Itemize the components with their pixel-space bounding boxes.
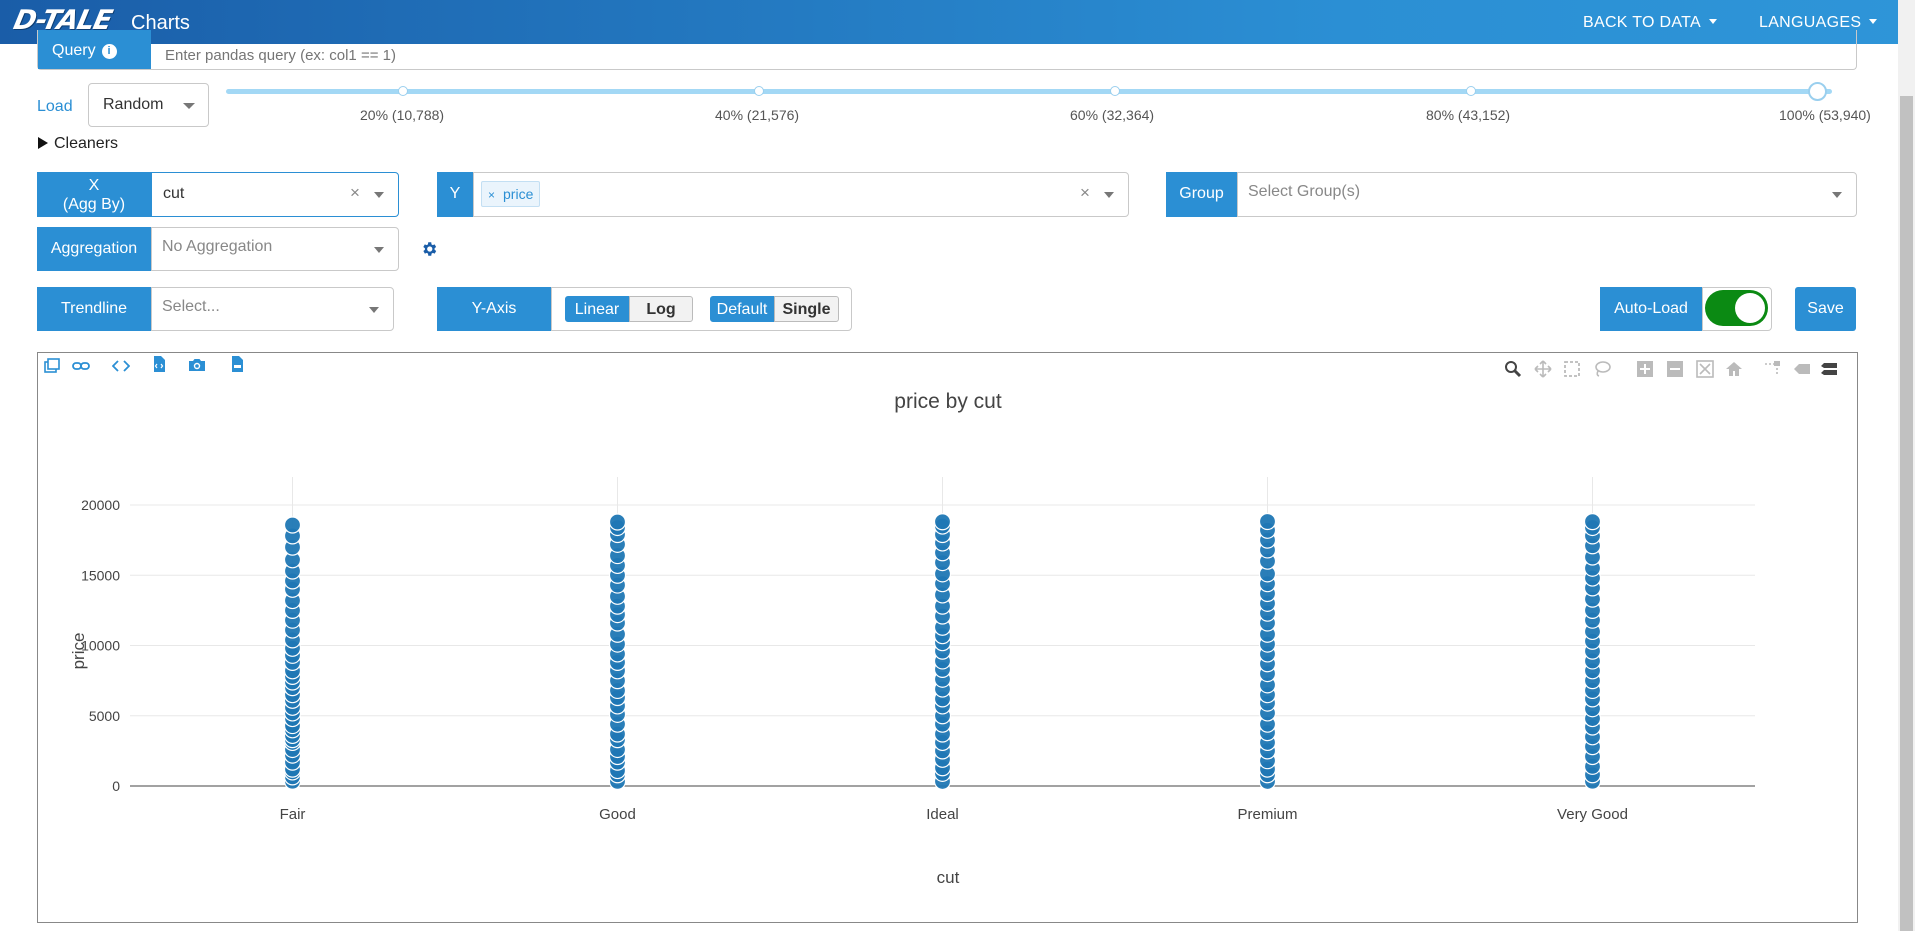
- chevron-down-icon: [1869, 19, 1878, 24]
- default-toggle[interactable]: Default: [710, 296, 774, 322]
- data-point[interactable]: [608, 513, 627, 531]
- chevron-down-icon[interactable]: [1104, 192, 1114, 198]
- toggle-knob: [1735, 293, 1765, 323]
- chart-title: price by cut: [894, 390, 1002, 413]
- single-toggle[interactable]: Single: [774, 296, 839, 322]
- y-tick-label: 0: [112, 778, 120, 794]
- slider-mark: 60% (32,364): [1070, 107, 1155, 123]
- scrollbar[interactable]: [1898, 0, 1915, 931]
- auto-load-label: Auto-Load: [1600, 287, 1702, 331]
- data-point[interactable]: [283, 516, 302, 534]
- chevron-down-icon[interactable]: [369, 307, 379, 313]
- linear-toggle[interactable]: Linear: [565, 296, 629, 322]
- chart-panel: price by cut cut price 0 5000 10000 15000 20…: [37, 352, 1858, 923]
- load-type-value: Random: [103, 96, 164, 113]
- clear-icon[interactable]: ×: [1080, 183, 1090, 203]
- save-button[interactable]: Save: [1795, 287, 1856, 331]
- x-tick-label: Premium: [1237, 806, 1297, 823]
- x-tick-label: Fair: [280, 806, 306, 823]
- remove-tag-icon[interactable]: ×: [488, 188, 495, 202]
- cleaners-label: Cleaners: [54, 135, 119, 152]
- price-by-cut-chart[interactable]: price by cut cut price 05000100001500020…: [38, 353, 1857, 922]
- query-label-text: Query: [52, 42, 96, 59]
- y-tick-label: 5000: [89, 708, 120, 724]
- x-axis-label-line2: (Agg By): [62, 196, 126, 213]
- y-tag-label: price: [503, 186, 534, 202]
- slider-dot[interactable]: [754, 86, 764, 96]
- x-axis-select[interactable]: cut ×: [151, 172, 399, 217]
- slider-mark: 80% (43,152): [1426, 107, 1511, 123]
- chevron-down-icon[interactable]: [374, 192, 384, 198]
- aggregation-placeholder: No Aggregation: [162, 238, 273, 255]
- back-to-data-label: BACK TO DATA: [1583, 14, 1701, 31]
- chevron-down-icon[interactable]: [374, 247, 384, 253]
- x-axis-label: X (Agg By): [37, 172, 151, 217]
- log-toggle[interactable]: Log: [629, 296, 693, 322]
- load-slider-handle[interactable]: [1808, 82, 1827, 101]
- slider-dot[interactable]: [1110, 86, 1120, 96]
- y-tag-price: × price: [481, 181, 541, 207]
- slider-mark: 100% (53,940): [1779, 107, 1871, 123]
- y-axis-type-label: Y-Axis: [437, 287, 551, 331]
- chevron-down-icon[interactable]: [1832, 192, 1842, 198]
- group-label: Group: [1166, 172, 1237, 217]
- gear-icon[interactable]: [420, 240, 438, 258]
- x-axis-title: cut: [937, 868, 960, 887]
- x-axis-value: cut: [163, 185, 185, 202]
- query-group: Query i: [37, 30, 1857, 70]
- trendline-label: Trendline: [37, 287, 151, 331]
- x-tick-label: Ideal: [926, 806, 959, 823]
- y-axis-label: Y: [437, 172, 473, 217]
- slider-dot[interactable]: [1466, 86, 1476, 96]
- languages-label: LANGUAGES: [1759, 14, 1862, 31]
- load-slider-track[interactable]: [226, 89, 1832, 94]
- trendline-select[interactable]: Select...: [151, 287, 394, 331]
- data-point[interactable]: [1258, 512, 1277, 531]
- x-axis-label-line1: X: [88, 177, 100, 194]
- group-placeholder: Select Group(s): [1248, 183, 1361, 200]
- y-axis-select[interactable]: × price ×: [473, 172, 1129, 217]
- load-label: Load: [37, 98, 73, 115]
- cleaners-toggle[interactable]: Cleaners: [38, 135, 118, 153]
- auto-load-toggle[interactable]: [1705, 290, 1768, 326]
- y-tick-label: 15000: [81, 567, 120, 583]
- query-label: Query i: [38, 30, 151, 69]
- x-tick-label: Good: [599, 806, 636, 823]
- y-axis-type-group: Linear Log Default Single: [551, 287, 852, 331]
- slider-mark: 20% (10,788): [360, 107, 445, 123]
- chevron-down-icon: [183, 103, 195, 109]
- data-point[interactable]: [1583, 513, 1602, 531]
- slider-mark: 40% (21,576): [715, 107, 800, 123]
- slider-dot[interactable]: [398, 86, 408, 96]
- data-point[interactable]: [933, 513, 952, 531]
- caret-right-icon: [38, 137, 48, 149]
- y-tick-label: 20000: [81, 497, 120, 513]
- trendline-placeholder: Select...: [162, 298, 220, 315]
- chevron-down-icon: [1709, 19, 1717, 24]
- aggregation-select[interactable]: No Aggregation: [151, 227, 399, 271]
- y-tick-label: 10000: [81, 638, 120, 654]
- clear-icon[interactable]: ×: [350, 183, 360, 203]
- query-input[interactable]: [151, 30, 1851, 69]
- scrollbar-thumb[interactable]: [1900, 96, 1913, 931]
- info-icon[interactable]: i: [101, 44, 117, 59]
- x-tick-label: Very Good: [1557, 806, 1628, 823]
- aggregation-label: Aggregation: [37, 227, 151, 271]
- group-select[interactable]: Select Group(s): [1237, 172, 1857, 217]
- load-type-select[interactable]: Random: [88, 83, 209, 127]
